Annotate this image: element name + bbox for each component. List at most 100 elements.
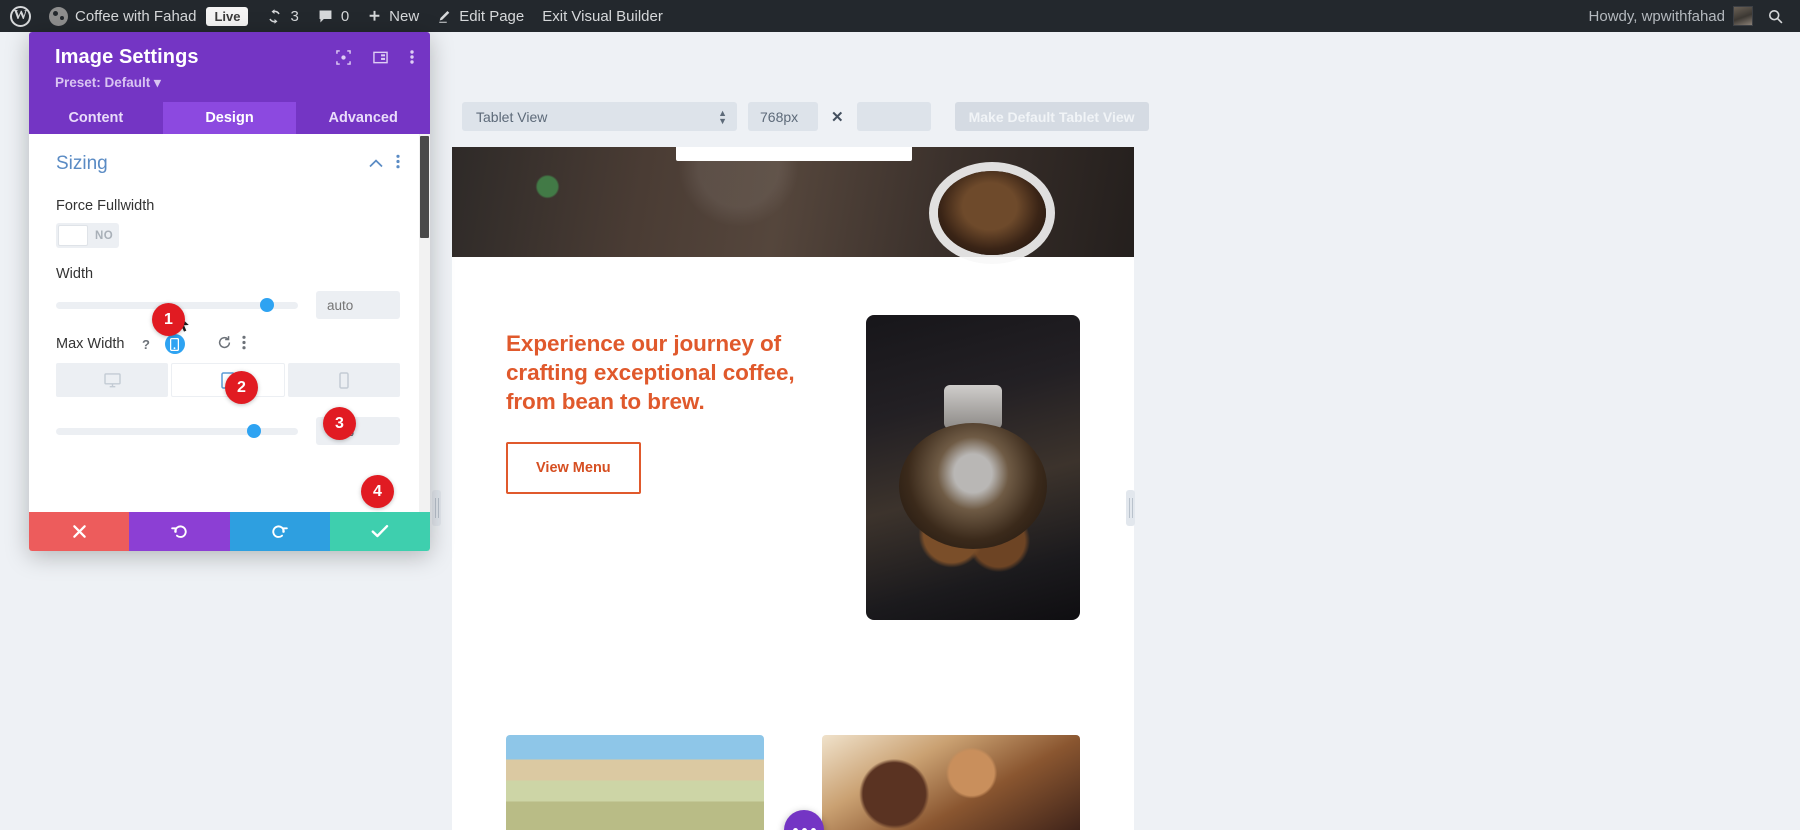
tab-design[interactable]: Design	[162, 102, 297, 134]
redo-button[interactable]	[229, 512, 330, 551]
responsive-toggle-icon[interactable]	[164, 334, 185, 354]
modal-header: Image Settings Preset: Default ▾	[29, 32, 430, 102]
coffee-cup-image	[938, 171, 1046, 255]
new-label: New	[389, 7, 420, 25]
step-badge-1: 1	[152, 303, 185, 336]
force-fullwidth-label: Force Fullwidth	[56, 198, 155, 214]
view-mode-value: Tablet View	[476, 108, 548, 125]
admin-bar-search[interactable]	[1753, 8, 1800, 25]
width-slider-knob[interactable]	[259, 298, 274, 312]
kebab-menu-icon[interactable]	[410, 49, 414, 70]
text-column: Experience our journey of crafting excep…	[506, 315, 830, 620]
image-settings-modal: Image Settings Preset: Default ▾ Content…	[29, 32, 430, 551]
admin-bar-account[interactable]: Howdy, wpwithfahad	[1589, 6, 1753, 26]
panel-layout-icon[interactable]	[373, 50, 388, 70]
width-input[interactable]	[316, 291, 400, 319]
sizing-section-title: Sizing	[56, 153, 108, 174]
comment-bubble-icon	[319, 10, 332, 22]
max-width-slider[interactable]	[56, 424, 298, 438]
make-default-label: Make Default Tablet View	[968, 108, 1135, 125]
edit-page-label: Edit Page	[459, 7, 525, 25]
admin-bar-updates[interactable]: 3	[257, 0, 307, 32]
save-button[interactable]	[329, 512, 430, 551]
tab-content[interactable]: Content	[29, 102, 163, 134]
max-width-label: Max Width ?	[56, 334, 400, 354]
desktop-icon	[103, 372, 121, 387]
view-menu-label: View Menu	[536, 460, 611, 477]
focus-target-icon[interactable]	[336, 49, 351, 70]
admin-bar-exit-visual-builder[interactable]: Exit Visual Builder	[533, 0, 672, 32]
viewport-resize-handle-right[interactable]	[1126, 490, 1135, 526]
updates-icon	[269, 8, 281, 24]
gallery-image-2	[822, 735, 1080, 830]
grinder-beans-shape	[899, 422, 1047, 549]
viewport-resize-handle-left[interactable]	[432, 490, 441, 526]
wordpress-logo-icon: W	[10, 5, 31, 27]
width-label: Width	[56, 266, 94, 282]
section-heading: Experience our journey of crafting excep…	[506, 331, 795, 415]
gallery-image-1	[506, 735, 764, 830]
hero-banner-image	[452, 147, 1134, 257]
wp-admin-bar: W Coffee with Fahad Live 3 0 New Edit Pa…	[0, 0, 1800, 32]
device-tab-desktop[interactable]	[56, 363, 168, 397]
help-icon[interactable]: ?	[138, 336, 155, 353]
chevron-down-icon: ▾	[154, 75, 161, 90]
cancel-button[interactable]	[29, 512, 130, 551]
viewport-width-value: 768px	[760, 108, 799, 125]
pencil-icon	[439, 10, 450, 23]
hero-overlay-card	[676, 147, 912, 161]
step-badge-2: 2	[225, 371, 258, 404]
admin-bar-wp-logo[interactable]: W	[0, 0, 40, 32]
coffee-grinder-image[interactable]	[866, 315, 1080, 620]
view-mode-select[interactable]: Tablet View ▲ ▼	[462, 102, 737, 131]
modal-preset-selector[interactable]: Preset: Default ▾	[55, 75, 411, 91]
updates-count: 3	[290, 7, 299, 25]
toggle-knob	[58, 225, 88, 246]
check-icon	[371, 525, 389, 538]
modal-header-actions	[336, 49, 414, 70]
modal-tabs: Content Design Advanced	[29, 102, 430, 134]
viewport-width-input[interactable]: 768px	[748, 102, 818, 131]
make-default-tablet-view-button[interactable]: Make Default Tablet View	[954, 102, 1149, 131]
admin-bar-new[interactable]: New	[358, 0, 428, 32]
admin-bar-comments[interactable]: 0	[308, 0, 358, 32]
preset-label: Preset: Default	[55, 75, 151, 90]
select-arrows-icon: ▲ ▼	[718, 107, 727, 126]
search-icon	[1768, 9, 1783, 23]
max-width-slider-knob[interactable]	[247, 424, 262, 438]
admin-bar-edit-page[interactable]: Edit Page	[428, 0, 533, 32]
reset-icon[interactable]	[217, 335, 232, 354]
exit-builder-label: Exit Visual Builder	[542, 7, 663, 25]
force-fullwidth-toggle[interactable]: NO	[56, 223, 119, 248]
step-badge-4: 4	[361, 475, 394, 508]
redo-icon	[272, 525, 288, 538]
live-badge: Live	[206, 6, 249, 26]
dimension-separator-icon: ✕	[831, 108, 844, 126]
modal-scrollbar[interactable]	[419, 134, 430, 512]
chevron-up-icon[interactable]	[369, 155, 383, 173]
width-control-row	[56, 291, 400, 319]
sizing-section-header[interactable]: Sizing	[56, 134, 400, 183]
step-badge-3: 3	[323, 407, 356, 440]
responsive-toolbar: Tablet View ▲ ▼ 768px ✕ Make Default Tabl…	[462, 102, 1149, 131]
kebab-menu-icon[interactable]	[396, 154, 400, 174]
plus-icon	[369, 10, 380, 21]
avatar	[1733, 6, 1753, 26]
content-section: Experience our journey of crafting excep…	[452, 257, 1134, 620]
admin-bar-site-name[interactable]: Coffee with Fahad Live	[40, 0, 257, 32]
kebab-menu-icon[interactable]	[241, 335, 246, 354]
modal-scrollbar-thumb[interactable]	[420, 136, 429, 238]
tab-advanced[interactable]: Advanced	[296, 102, 430, 134]
undo-icon	[171, 525, 187, 538]
builder-canvas: Tablet View ▲ ▼ 768px ✕ Make Default Tabl…	[0, 32, 1800, 830]
site-icon	[49, 6, 68, 26]
close-icon	[72, 525, 86, 538]
preview-area: Tablet View ▲ ▼ 768px ✕ Make Default Tabl…	[432, 32, 1264, 830]
site-name-label: Coffee with Fahad	[75, 7, 197, 25]
undo-button[interactable]	[129, 512, 230, 551]
viewport-height-input[interactable]	[856, 102, 931, 131]
device-tab-phone[interactable]	[288, 363, 400, 397]
howdy-label: Howdy, wpwithfahad	[1588, 7, 1725, 25]
view-menu-button[interactable]: View Menu	[506, 442, 641, 495]
page-viewport: Experience our journey of crafting excep…	[452, 147, 1134, 830]
